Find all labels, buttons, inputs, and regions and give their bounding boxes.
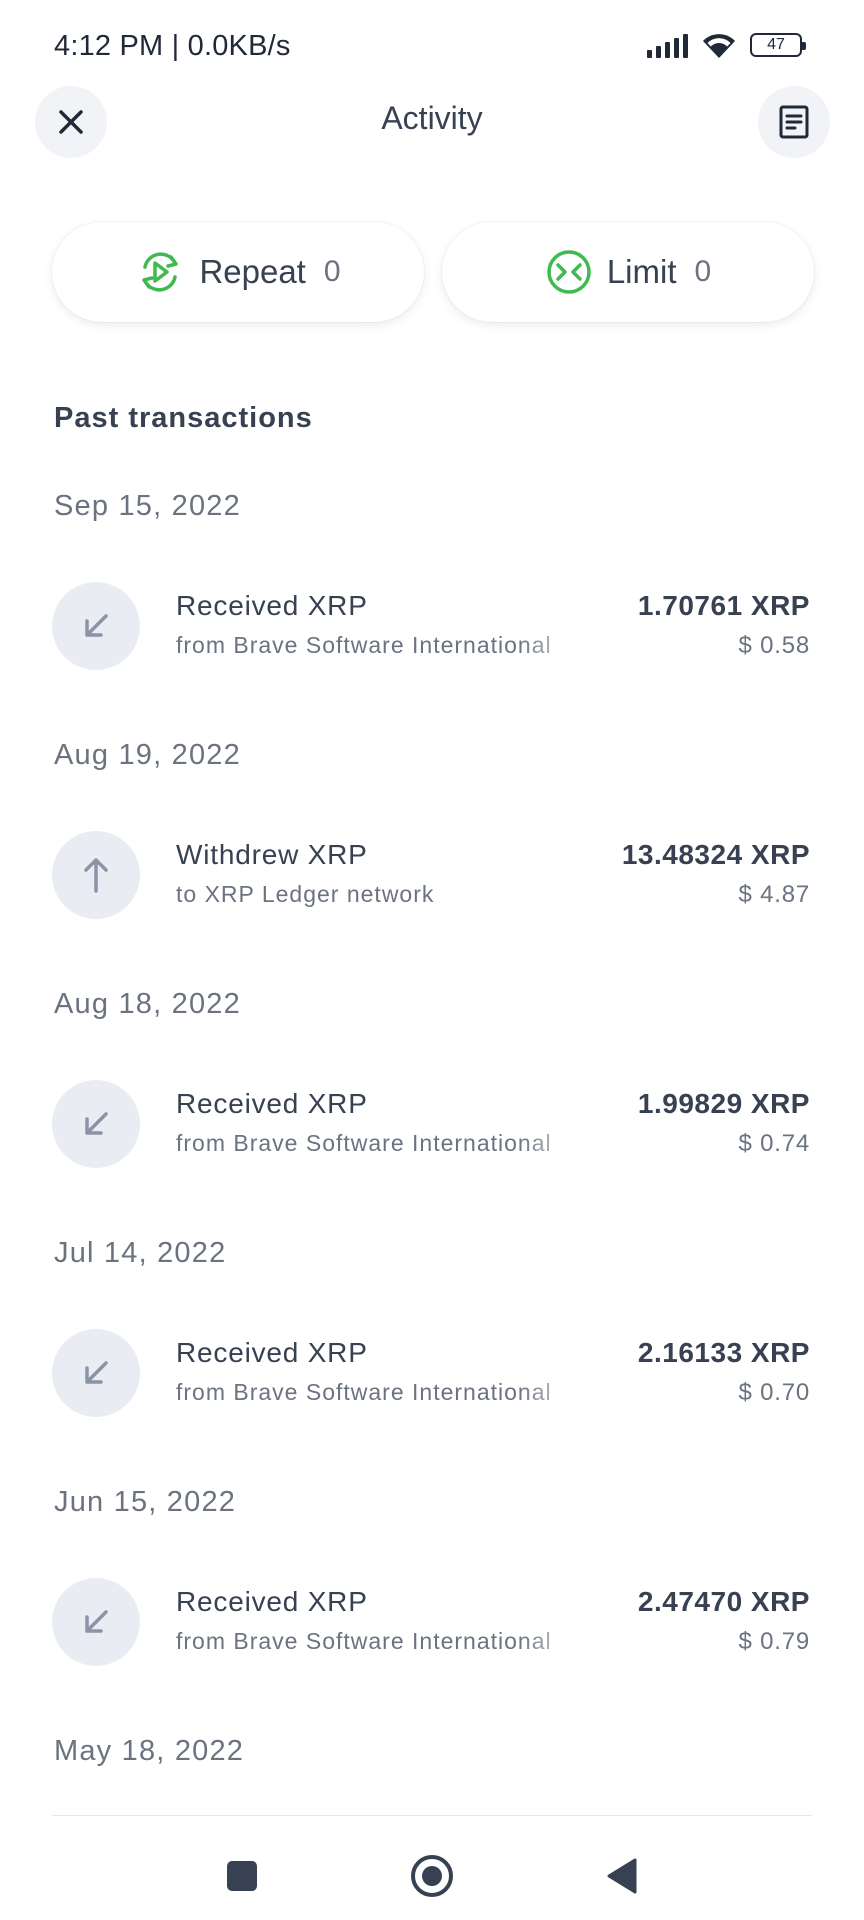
received-icon-circle xyxy=(52,1080,140,1168)
wifi-icon xyxy=(703,34,735,58)
received-icon-circle xyxy=(52,582,140,670)
transaction-title: Withdrew XRP xyxy=(176,839,368,870)
transaction-amount: 2.16133 XRP xyxy=(637,1337,810,1368)
date-label: May 18, 2022 xyxy=(54,1735,245,1767)
transaction-fiat-value: $ 0.74 xyxy=(738,1130,810,1157)
repeat-orders-button[interactable]: Repeat 0 xyxy=(52,222,424,322)
transaction-fiat-value: $ 0.70 xyxy=(738,1379,810,1406)
date-label: Aug 18, 2022 xyxy=(54,988,241,1020)
statements-button[interactable] xyxy=(758,86,830,158)
transaction-title: Received XRP xyxy=(176,1088,368,1119)
limit-label: Limit xyxy=(606,253,677,290)
transaction-row[interactable]: Received XRP from Brave Software Interna… xyxy=(0,1074,864,1174)
recent-apps-icon xyxy=(227,1861,257,1891)
arrow-down-left-icon xyxy=(85,1361,108,1384)
recent-apps-button[interactable] xyxy=(210,1844,274,1908)
signal-icon xyxy=(647,32,688,58)
arrow-down-left-icon xyxy=(85,1610,108,1633)
home-button[interactable] xyxy=(400,1844,464,1908)
transaction-row[interactable]: Received XRP from Brave Software Interna… xyxy=(0,1572,864,1672)
transaction-amount: 1.70761 XRP xyxy=(637,590,810,621)
received-icon-circle xyxy=(52,1329,140,1417)
transaction-fiat-value: $ 0.79 xyxy=(738,1628,810,1655)
transaction-fiat-value: $ 0.58 xyxy=(738,632,810,659)
status-icons: 47 xyxy=(647,30,806,60)
page-title: Activity xyxy=(381,100,483,136)
limit-icon xyxy=(547,250,591,294)
back-button[interactable] xyxy=(590,1844,654,1908)
past-transactions-heading: Past transactions xyxy=(54,402,313,434)
arrow-down-left-icon xyxy=(85,614,108,637)
date-label: Jun 15, 2022 xyxy=(54,1486,237,1518)
transaction-row[interactable]: Received XRP from Brave Software Interna… xyxy=(0,576,864,676)
transaction-title: Received XRP xyxy=(176,590,368,621)
date-label: Jul 14, 2022 xyxy=(54,1237,227,1269)
battery-level: 47 xyxy=(767,36,785,53)
transaction-title: Received XRP xyxy=(176,1586,368,1617)
transaction-amount: 13.48324 XRP xyxy=(621,839,810,870)
date-label: Aug 19, 2022 xyxy=(54,739,241,771)
transaction-row[interactable]: Withdrew XRP to XRP Ledger network 13.48… xyxy=(0,825,864,925)
arrow-up-icon xyxy=(84,858,108,893)
transaction-amount: 2.47470 XRP xyxy=(637,1586,810,1617)
limit-orders-button[interactable]: Limit 0 xyxy=(442,222,814,322)
document-icon xyxy=(779,105,809,139)
system-nav-bar xyxy=(0,1830,864,1920)
transaction-subtitle: to XRP Ledger network xyxy=(176,881,435,907)
battery-icon: 47 xyxy=(750,33,806,57)
transaction-row[interactable]: Received XRP from Brave Software Interna… xyxy=(0,1323,864,1423)
transaction-subtitle: from Brave Software International xyxy=(176,1130,552,1156)
transaction-subtitle: from Brave Software International xyxy=(176,1628,552,1654)
transaction-subtitle: from Brave Software International xyxy=(176,632,552,658)
limit-count: 0 xyxy=(694,255,712,288)
withdraw-icon-circle xyxy=(52,831,140,919)
divider xyxy=(52,1815,812,1816)
transaction-amount: 1.99829 XRP xyxy=(637,1088,810,1119)
transaction-subtitle: from Brave Software International xyxy=(176,1379,552,1405)
status-time: 4:12 PM | 0.0KB/s xyxy=(54,30,291,62)
header: Activity xyxy=(0,86,864,158)
arrow-down-left-icon xyxy=(85,1112,108,1135)
repeat-label: Repeat xyxy=(199,253,306,290)
transaction-fiat-value: $ 4.87 xyxy=(738,881,810,908)
home-icon xyxy=(411,1855,453,1897)
received-icon-circle xyxy=(52,1578,140,1666)
status-bar: 4:12 PM | 0.0KB/s 47 xyxy=(0,0,864,95)
activity-screen: 4:12 PM | 0.0KB/s 47 Activity Repeat 0 L… xyxy=(0,0,864,1920)
repeat-icon xyxy=(142,252,179,292)
date-label: Sep 15, 2022 xyxy=(54,490,241,522)
repeat-count: 0 xyxy=(323,255,341,288)
back-icon xyxy=(607,1858,637,1894)
transaction-title: Received XRP xyxy=(176,1337,368,1368)
